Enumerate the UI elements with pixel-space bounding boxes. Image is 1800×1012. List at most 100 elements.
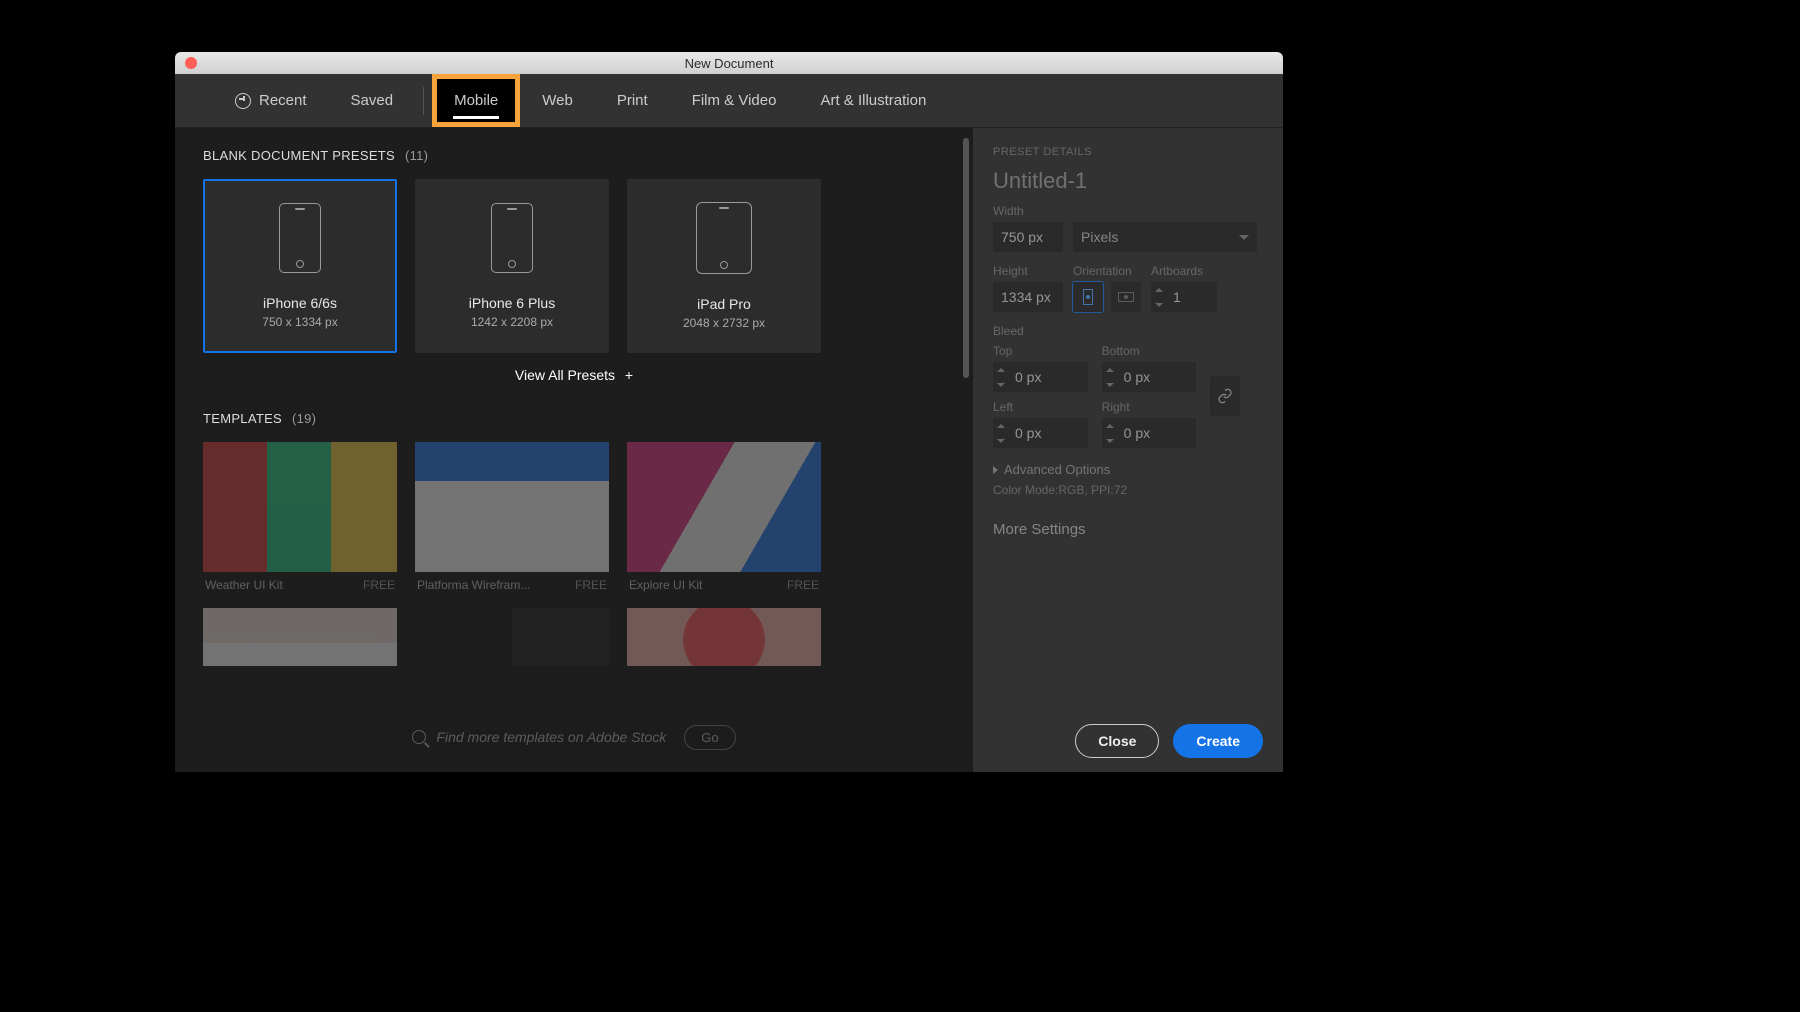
go-button[interactable]: Go bbox=[684, 725, 735, 750]
new-document-window: New Document Recent Saved Mobile Web Pri… bbox=[175, 52, 1283, 772]
search-icon bbox=[412, 730, 426, 744]
template-card[interactable]: Weather UI Kit FREE bbox=[203, 442, 397, 598]
tab-label: Recent bbox=[259, 92, 307, 109]
presets-heading: BLANK DOCUMENT PRESETS (11) bbox=[203, 148, 945, 163]
more-settings-button[interactable]: More Settings bbox=[993, 521, 1263, 538]
tab-print[interactable]: Print bbox=[595, 74, 670, 127]
bleed-right-label: Right bbox=[1102, 400, 1197, 414]
main-panel: BLANK DOCUMENT PRESETS (11) iPhone 6/6s … bbox=[175, 128, 973, 772]
chevron-down-icon bbox=[1239, 235, 1249, 240]
create-button[interactable]: Create bbox=[1173, 724, 1263, 758]
template-card[interactable]: Platforma Wirefram... FREE bbox=[415, 442, 609, 598]
units-select[interactable]: Pixels bbox=[1073, 222, 1257, 252]
preset-row: iPhone 6/6s 750 x 1334 px iPhone 6 Plus … bbox=[203, 179, 945, 353]
bleed-left-input[interactable] bbox=[1009, 425, 1065, 441]
templates-heading-text: TEMPLATES bbox=[203, 411, 282, 426]
template-price: FREE bbox=[363, 578, 395, 592]
tab-label: Film & Video bbox=[692, 92, 777, 109]
color-mode-summary: Color Mode:RGB, PPI:72 bbox=[993, 483, 1263, 497]
bleed-top-label: Top bbox=[993, 344, 1088, 358]
stock-search-input[interactable]: Find more templates on Adobe Stock bbox=[412, 729, 666, 745]
template-card[interactable]: Explore UI Kit FREE bbox=[627, 442, 821, 598]
template-card[interactable] bbox=[627, 608, 821, 666]
tab-mobile[interactable]: Mobile bbox=[432, 74, 520, 127]
clock-icon bbox=[235, 93, 251, 109]
template-thumb bbox=[627, 608, 821, 666]
units-value: Pixels bbox=[1081, 229, 1118, 245]
preset-details-panel: PRESET DETAILS Untitled-1 Width . Pixels bbox=[973, 128, 1283, 772]
tab-web[interactable]: Web bbox=[520, 74, 595, 127]
dialog-footer: Close Create bbox=[993, 712, 1263, 758]
scrollbar-thumb[interactable] bbox=[963, 138, 969, 378]
bleed-left-stepper[interactable] bbox=[993, 418, 1088, 448]
templates-section: Weather UI Kit FREE Platforma Wirefram..… bbox=[203, 442, 945, 666]
plus-icon: + bbox=[625, 367, 633, 383]
bleed-top-stepper[interactable] bbox=[993, 362, 1088, 392]
phone-icon bbox=[491, 203, 533, 273]
preset-details-heading: PRESET DETAILS bbox=[993, 146, 1263, 158]
bleed-bottom-label: Bottom bbox=[1102, 344, 1197, 358]
orientation-portrait[interactable] bbox=[1073, 282, 1103, 312]
dialog-body: BLANK DOCUMENT PRESETS (11) iPhone 6/6s … bbox=[175, 128, 1283, 772]
bleed-left-label: Left bbox=[993, 400, 1088, 414]
template-row bbox=[203, 608, 945, 666]
template-thumb bbox=[203, 608, 397, 666]
template-card[interactable] bbox=[203, 608, 397, 666]
tab-recent[interactable]: Recent bbox=[175, 74, 329, 127]
artboards-stepper[interactable] bbox=[1151, 282, 1217, 312]
height-input[interactable] bbox=[993, 282, 1063, 312]
close-button[interactable]: Close bbox=[1075, 724, 1159, 758]
step-down-icon[interactable] bbox=[1151, 297, 1167, 312]
bleed-bottom-stepper[interactable] bbox=[1102, 362, 1197, 392]
chevron-right-icon bbox=[993, 466, 998, 474]
preset-name: iPhone 6/6s bbox=[263, 295, 337, 311]
presets-count: (11) bbox=[405, 148, 428, 163]
preset-dim: 1242 x 2208 px bbox=[471, 315, 553, 329]
preset-card-iphone6plus[interactable]: iPhone 6 Plus 1242 x 2208 px bbox=[415, 179, 609, 353]
tab-label: Saved bbox=[351, 92, 394, 109]
close-label: Close bbox=[1098, 733, 1136, 749]
template-name: Platforma Wirefram... bbox=[417, 578, 530, 592]
width-label: Width bbox=[993, 204, 1063, 218]
create-label: Create bbox=[1196, 733, 1240, 749]
bleed-bottom-input[interactable] bbox=[1118, 369, 1174, 385]
template-name: Explore UI Kit bbox=[629, 578, 702, 592]
document-name-field[interactable]: Untitled-1 bbox=[993, 168, 1263, 194]
link-bleed-toggle[interactable] bbox=[1210, 376, 1240, 416]
view-all-label: View All Presets bbox=[515, 367, 615, 383]
orientation-label: Orientation bbox=[1073, 264, 1141, 278]
bleed-right-stepper[interactable] bbox=[1102, 418, 1197, 448]
artboards-input[interactable] bbox=[1167, 289, 1217, 305]
bleed-right-input[interactable] bbox=[1118, 425, 1174, 441]
template-thumb bbox=[627, 442, 821, 572]
portrait-icon bbox=[1083, 289, 1093, 305]
template-card[interactable] bbox=[415, 608, 609, 666]
tab-label: Print bbox=[617, 92, 648, 109]
advanced-label: Advanced Options bbox=[1004, 462, 1110, 477]
width-input[interactable] bbox=[993, 222, 1063, 252]
orientation-landscape[interactable] bbox=[1111, 282, 1141, 312]
template-thumb bbox=[203, 442, 397, 572]
advanced-options-toggle[interactable]: Advanced Options bbox=[993, 462, 1263, 477]
tab-film-video[interactable]: Film & Video bbox=[670, 74, 799, 127]
tab-saved[interactable]: Saved bbox=[329, 74, 416, 127]
preset-card-iphone6[interactable]: iPhone 6/6s 750 x 1334 px bbox=[203, 179, 397, 353]
presets-heading-text: BLANK DOCUMENT PRESETS bbox=[203, 148, 395, 163]
step-up-icon[interactable] bbox=[1151, 282, 1167, 297]
preset-card-ipadpro[interactable]: iPad Pro 2048 x 2732 px bbox=[627, 179, 821, 353]
main-scroll[interactable]: BLANK DOCUMENT PRESETS (11) iPhone 6/6s … bbox=[203, 148, 973, 772]
height-label: Height bbox=[993, 264, 1063, 278]
tab-art-illustration[interactable]: Art & Illustration bbox=[798, 74, 948, 127]
tablet-icon bbox=[696, 202, 752, 274]
template-price: FREE bbox=[787, 578, 819, 592]
view-all-presets[interactable]: View All Presets + bbox=[203, 367, 945, 383]
templates-count: (19) bbox=[292, 411, 316, 426]
template-thumb bbox=[415, 608, 609, 666]
phone-icon bbox=[279, 203, 321, 273]
template-row: Weather UI Kit FREE Platforma Wirefram..… bbox=[203, 442, 945, 598]
window-title: New Document bbox=[175, 56, 1283, 71]
bleed-top-input[interactable] bbox=[1009, 369, 1065, 385]
template-name: Weather UI Kit bbox=[205, 578, 283, 592]
scrollbar[interactable] bbox=[963, 138, 969, 762]
template-price: FREE bbox=[575, 578, 607, 592]
